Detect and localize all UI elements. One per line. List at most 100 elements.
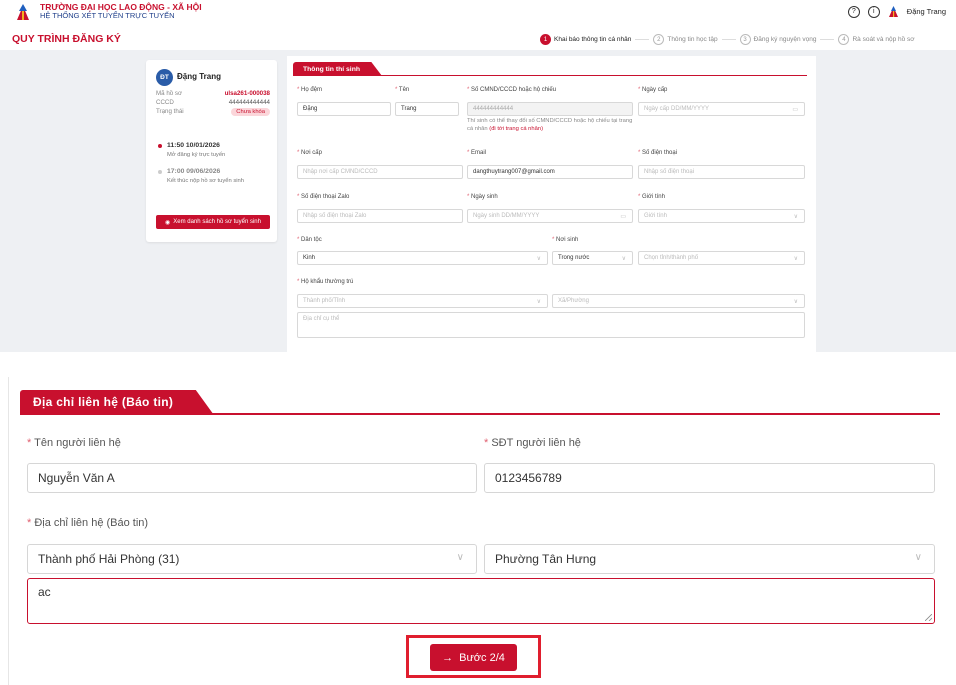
profile-code-label: Mã hồ sơ: [156, 90, 183, 97]
contact-address-textarea[interactable]: ac: [27, 578, 935, 624]
process-bar: QUY TRÌNH ĐĂNG KÝ 1 Khai báo thông tin c…: [0, 30, 956, 50]
avatar: ĐT: [156, 69, 173, 86]
sdt-label: * Số điện thoại: [638, 150, 678, 156]
help-icon[interactable]: ?: [847, 5, 860, 18]
ngay-sinh-label: * Ngày sinh: [467, 194, 498, 200]
contact-province-select[interactable]: Thành phố Hải Phòng (31) ∨: [27, 544, 477, 574]
step-divider: [635, 39, 650, 40]
user-name[interactable]: Đặng Trang: [907, 7, 946, 16]
ngay-cap-input[interactable]: Ngày cấp DD/MM/YYYY ▭: [638, 102, 805, 116]
timeline-dot-active: [158, 144, 162, 148]
resize-handle-icon[interactable]: [925, 614, 932, 621]
noi-cap-label: * Nơi cấp: [297, 150, 322, 156]
eye-icon: ◉: [165, 219, 171, 226]
top-header: TRƯỜNG ĐẠI HỌC LAO ĐỘNG - XÃ HỘI HỆ THỐN…: [0, 0, 956, 26]
step-number: 4: [838, 34, 850, 45]
chevron-down-icon: ∨: [536, 256, 541, 262]
zalo-input[interactable]: Nhập số điện thoại Zalo: [297, 209, 463, 223]
profile-page-link[interactable]: (đi tới trang cá nhân): [489, 126, 543, 132]
calendar-icon: ▭: [792, 107, 798, 113]
ho-dem-input[interactable]: Đặng: [297, 102, 391, 116]
timeline-desc: Mở đăng ký trực tuyến: [167, 152, 226, 158]
step-label: Thông tin học tập: [667, 36, 718, 43]
gioi-tinh-select[interactable]: Giới tính ∨: [638, 209, 805, 223]
gioi-tinh-label: * Giới tính: [638, 194, 665, 200]
noi-sinh-label: * Nơi sinh: [552, 237, 579, 243]
step-1[interactable]: 1 Khai báo thông tin cá nhân: [540, 34, 631, 45]
view-applications-button[interactable]: ◉ Xem danh sách hồ sơ tuyển sinh: [156, 215, 270, 229]
cccd-input[interactable]: 444444444444: [467, 102, 633, 116]
profile-cccd-value: 444444444444: [228, 99, 270, 106]
contact-ward-select[interactable]: Phường Tân Hưng ∨: [484, 544, 935, 574]
sdt-input[interactable]: Nhập số điện thoại: [638, 165, 805, 179]
chevron-down-icon: ∨: [536, 299, 541, 305]
email-label: * Email: [467, 150, 487, 156]
step-number: 2: [653, 34, 665, 45]
timeline-time: 17:00 09/06/2026: [167, 168, 221, 175]
user-icon[interactable]: [888, 5, 899, 18]
chevron-down-icon: ∨: [793, 256, 798, 262]
step-4[interactable]: 4 Rà soát và nộp hồ sơ: [838, 34, 915, 45]
dan-toc-select[interactable]: Kinh ∨: [297, 251, 548, 265]
chevron-down-icon: ∨: [456, 552, 464, 563]
ho-khau-ward-select[interactable]: Xã/Phường ∨: [552, 294, 805, 308]
info-icon[interactable]: i: [867, 5, 880, 18]
contact-name-label: * Tên người liên hệ: [27, 437, 121, 449]
next-step-button[interactable]: → Bước 2/4: [430, 644, 517, 671]
step-divider: [820, 39, 835, 40]
step-3[interactable]: 3 Đăng ký nguyện vọng: [739, 34, 817, 45]
contact-phone-label: * SĐT người liên hệ: [484, 437, 581, 449]
dan-toc-label: * Dân tộc: [297, 237, 322, 243]
noi-sinh-province-select[interactable]: Chọn tỉnh/thành phố ∨: [638, 251, 805, 265]
system-name: HỆ THỐNG XÉT TUYỂN TRỰC TUYẾN: [40, 11, 175, 20]
timeline-dot: [158, 170, 162, 174]
contact-address-label: * Địa chỉ liên hệ (Báo tin): [27, 517, 149, 529]
profile-name: Đặng Trang: [177, 72, 222, 81]
timeline-time: 11:50 10/01/2026: [167, 142, 220, 149]
ngay-sinh-input[interactable]: Ngày sinh DD/MM/YYYY ▭: [467, 209, 633, 223]
profile-status-row: Trạng thái Chưa khóa: [156, 108, 270, 116]
email-input[interactable]: dangthuytrang007@gmail.com: [467, 165, 633, 179]
ngay-cap-label: * Ngày cấp: [638, 87, 668, 93]
chevron-down-icon: ∨: [914, 552, 922, 563]
arrow-right-icon: →: [442, 651, 454, 664]
ten-input[interactable]: Trang: [395, 102, 459, 116]
profile-code-row: Mã hồ sơ ulsa261-000038: [156, 90, 270, 97]
timeline-desc: Kết thúc nộp hồ sơ tuyển sinh: [167, 178, 244, 184]
tab-underline: [293, 75, 807, 76]
status-badge: Chưa khóa: [231, 108, 270, 116]
ten-label: * Tên: [395, 87, 410, 93]
chevron-down-icon: ∨: [793, 214, 798, 220]
header-actions: ? i Đặng Trang: [847, 5, 946, 18]
step-indicator: 1 Khai báo thông tin cá nhân 2 Thông tin…: [540, 34, 915, 45]
step-2[interactable]: 2 Thông tin học tập: [653, 34, 718, 45]
tab-contact-address: Địa chỉ liên hệ (Báo tin): [20, 390, 214, 414]
step-label: Đăng ký nguyện vọng: [753, 36, 817, 43]
step-number: 1: [540, 34, 551, 45]
cccd-label: * Số CMND/CCCD hoặc hộ chiếu: [467, 87, 557, 93]
chevron-down-icon: ∨: [793, 299, 798, 305]
tab-candidate-info: Thông tin thí sinh: [293, 62, 383, 76]
cccd-hint: Thí sinh có thể thay đổi số CMND/CCCD ho…: [467, 118, 633, 132]
noi-sinh-select[interactable]: Trong nước ∨: [552, 251, 633, 265]
chevron-down-icon: ∨: [621, 256, 626, 262]
contact-name-input[interactable]: Nguyễn Văn A: [27, 463, 477, 493]
school-logo-icon[interactable]: [14, 2, 32, 22]
ho-khau-label: * Hộ khẩu thường trú: [297, 279, 354, 285]
contact-address-text: ac: [38, 585, 51, 599]
tab-underline: [20, 413, 940, 415]
next-step-label: Bước 2/4: [459, 651, 505, 664]
contact-phone-input[interactable]: 0123456789: [484, 463, 935, 493]
zalo-label: * Số điện thoại Zalo: [297, 194, 350, 200]
ho-khau-address-textarea[interactable]: Địa chỉ cụ thể: [297, 312, 805, 338]
ho-dem-label: * Họ đệm: [297, 87, 323, 93]
step-label: Rà soát và nộp hồ sơ: [852, 36, 915, 43]
page-title: QUY TRÌNH ĐĂNG KÝ: [12, 33, 121, 45]
noi-cap-input[interactable]: Nhập nơi cấp CMND/CCCD: [297, 165, 463, 179]
profile-cccd-label: CCCD: [156, 99, 174, 106]
profile-cccd-row: CCCD 444444444444: [156, 99, 270, 106]
step-number: 3: [739, 34, 751, 45]
profile-card: ĐT Đặng Trang Mã hồ sơ ulsa261-000038 CC…: [146, 60, 277, 242]
ho-khau-province-select[interactable]: Thành phố/Tỉnh ∨: [297, 294, 548, 308]
profile-code-value: ulsa261-000038: [224, 90, 270, 97]
